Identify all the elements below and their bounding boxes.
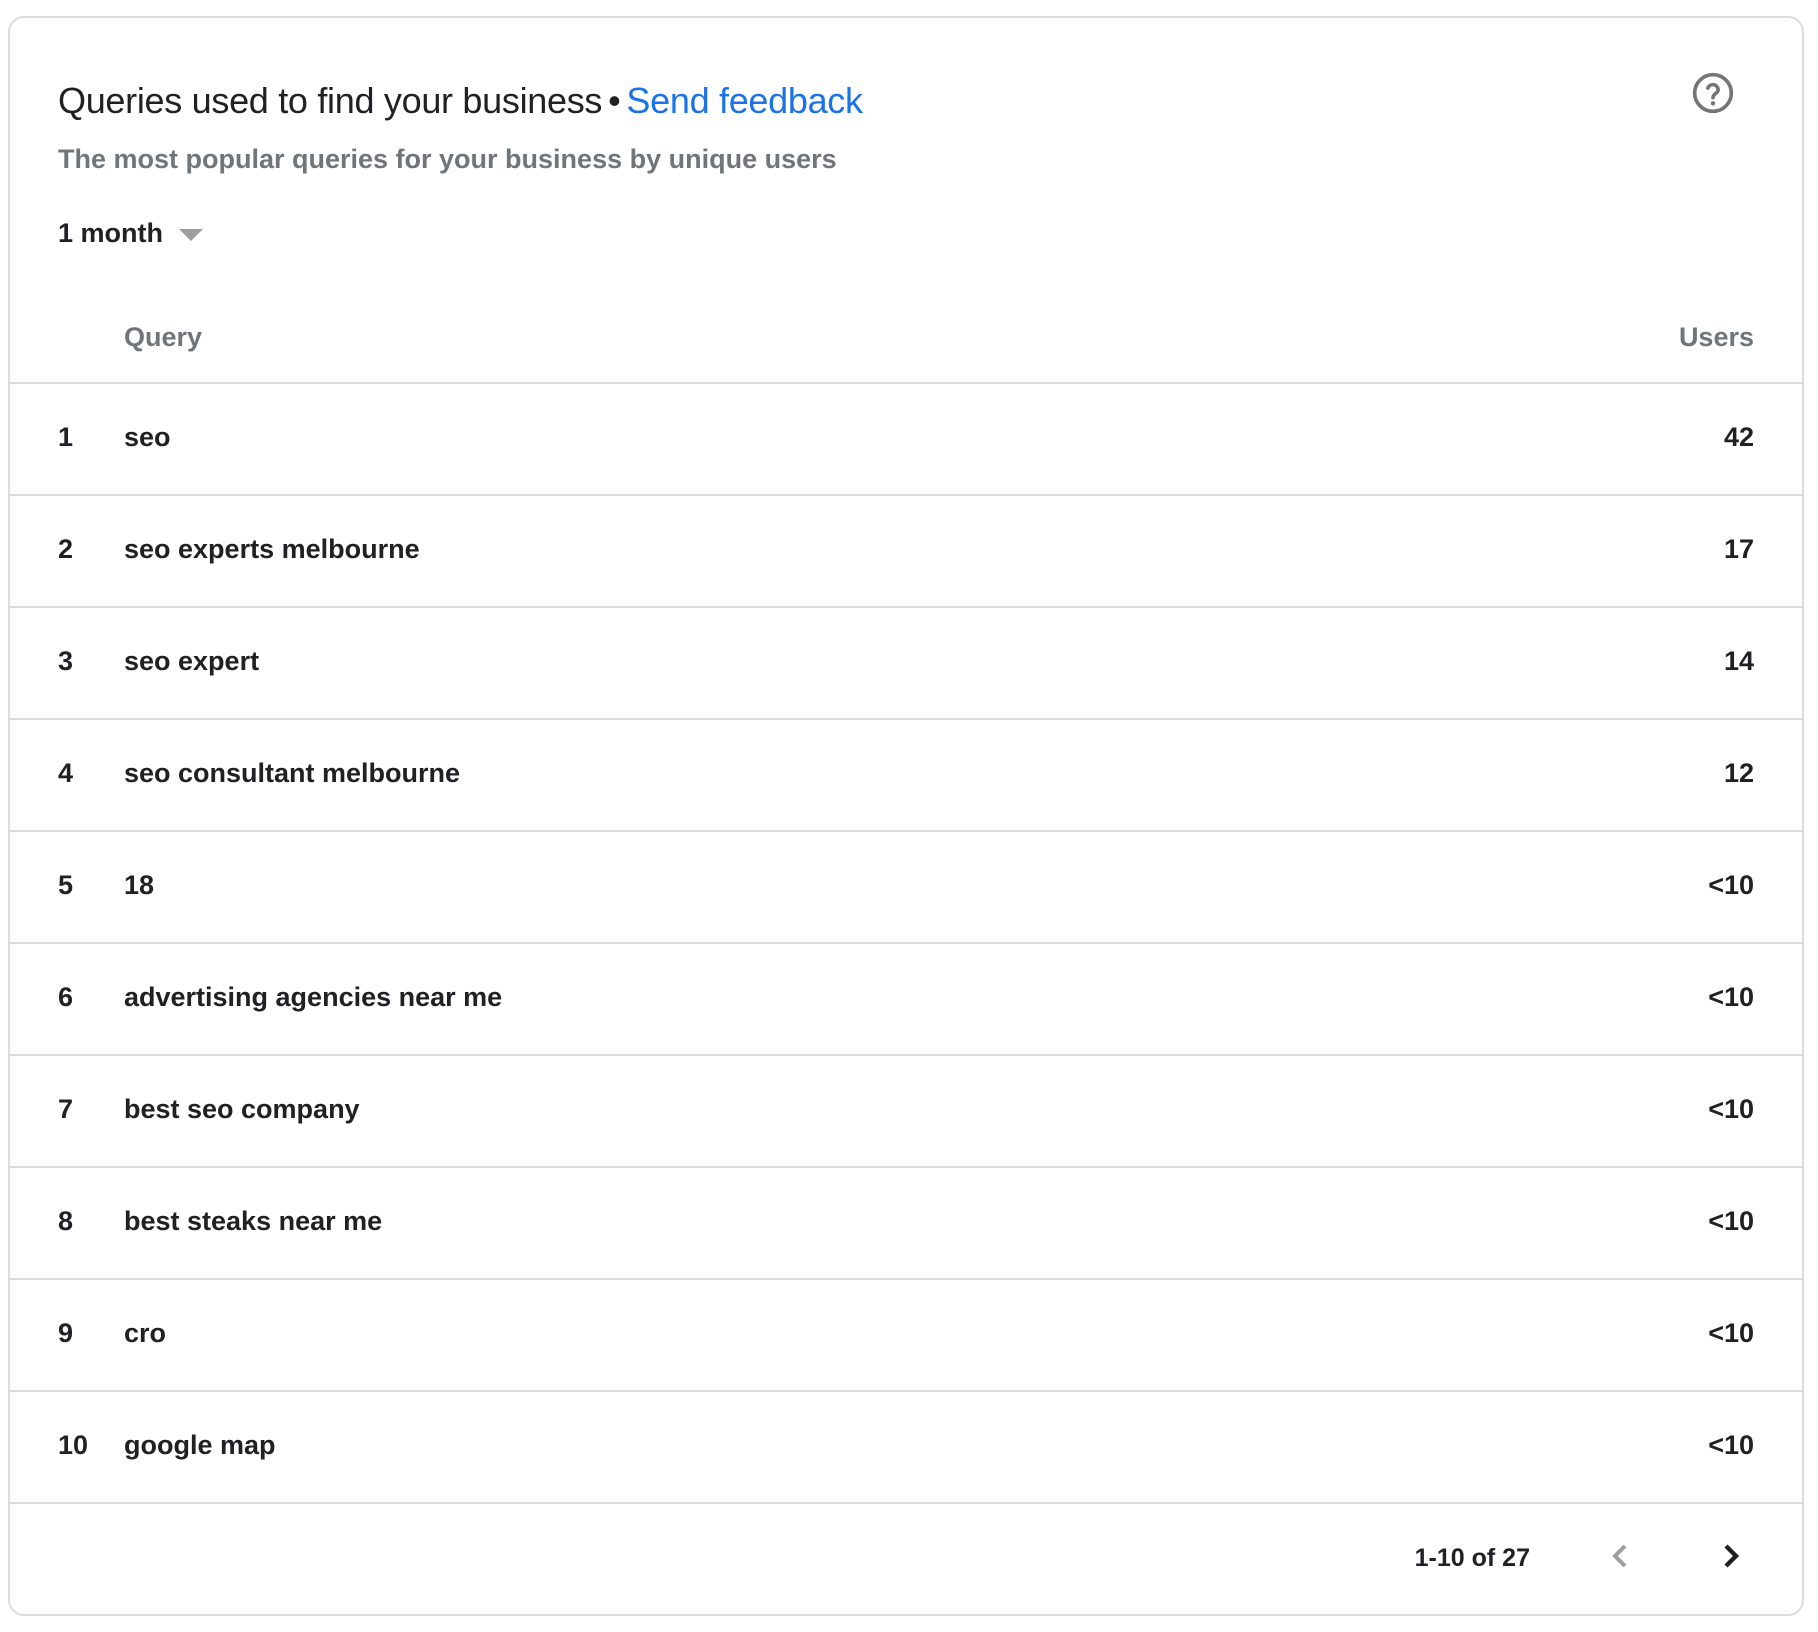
row-rank: 8 (58, 1206, 74, 1236)
row-rank: 3 (58, 646, 74, 676)
card-title: Queries used to find your business • Send … (58, 80, 863, 122)
row-rank: 5 (58, 870, 74, 900)
row-rank: 9 (58, 1318, 74, 1348)
table-row[interactable]: 6 advertising agencies near me <10 (10, 944, 1802, 1056)
row-query: cro (124, 1318, 167, 1348)
row-users: 12 (1723, 758, 1754, 788)
row-rank: 1 (58, 422, 74, 452)
row-query: seo (124, 422, 171, 452)
row-query: seo consultant melbourne (124, 758, 461, 788)
row-users: <10 (1708, 1094, 1754, 1124)
table-row[interactable]: 1 seo 42 (10, 384, 1802, 496)
row-users: <10 (1708, 1206, 1754, 1236)
row-rank: 2 (58, 534, 74, 564)
row-query: best seo company (124, 1094, 360, 1124)
row-users: <10 (1708, 1430, 1754, 1460)
table-row[interactable]: 3 seo expert 14 (10, 608, 1802, 720)
row-query: seo expert (124, 646, 260, 676)
help-button[interactable] (1691, 71, 1735, 115)
pagination-range-label: 1-10 of 27 (1414, 1544, 1530, 1572)
row-users: 17 (1723, 534, 1754, 564)
card-title-text: Queries used to find your business (58, 80, 603, 121)
card-subtitle: The most popular queries for your busine… (58, 144, 837, 174)
row-users: <10 (1708, 870, 1754, 900)
row-users: 14 (1723, 646, 1754, 676)
next-page-button[interactable] (1707, 1532, 1755, 1580)
row-rank: 7 (58, 1094, 74, 1124)
row-query: google map (124, 1430, 276, 1460)
column-header-query: Query (124, 322, 203, 352)
column-header-users: Users (1678, 322, 1754, 352)
queries-card: Queries used to find your business • Send … (8, 16, 1804, 1616)
time-range-value: 1 month (58, 218, 163, 248)
row-query: advertising agencies near me (124, 982, 503, 1012)
query-table-body: 1 seo 42 2 seo experts melbourne 17 3 se… (10, 384, 1802, 1504)
title-separator: • (608, 80, 621, 121)
chevron-left-icon (1612, 1544, 1627, 1568)
chevron-right-icon (1724, 1544, 1740, 1568)
row-users: <10 (1708, 1318, 1754, 1348)
table-header: Query Users (10, 298, 1802, 384)
help-circle-icon (1692, 72, 1734, 114)
row-users: 42 (1723, 422, 1754, 452)
row-query: 18 (124, 870, 155, 900)
table-row[interactable]: 9 cro <10 (10, 1280, 1802, 1392)
table-row[interactable]: 5 18 <10 (10, 832, 1802, 944)
dropdown-caret-icon (179, 228, 203, 241)
time-range-dropdown[interactable]: 1 month (58, 218, 203, 249)
row-users: <10 (1708, 982, 1754, 1012)
row-rank: 10 (58, 1430, 89, 1460)
table-row[interactable]: 2 seo experts melbourne 17 (10, 496, 1802, 608)
row-rank: 4 (58, 758, 74, 788)
table-row[interactable]: 10 google map <10 (10, 1392, 1802, 1504)
row-rank: 6 (58, 982, 74, 1012)
send-feedback-link[interactable]: Send feedback (626, 80, 863, 121)
table-row[interactable]: 7 best seo company <10 (10, 1056, 1802, 1168)
row-query: best steaks near me (124, 1206, 383, 1236)
table-row[interactable]: 8 best steaks near me <10 (10, 1168, 1802, 1280)
table-row[interactable]: 4 seo consultant melbourne 12 (10, 720, 1802, 832)
previous-page-button[interactable] (1596, 1532, 1644, 1580)
row-query: seo experts melbourne (124, 534, 420, 564)
pagination-footer: 1-10 of 27 (10, 1504, 1802, 1616)
